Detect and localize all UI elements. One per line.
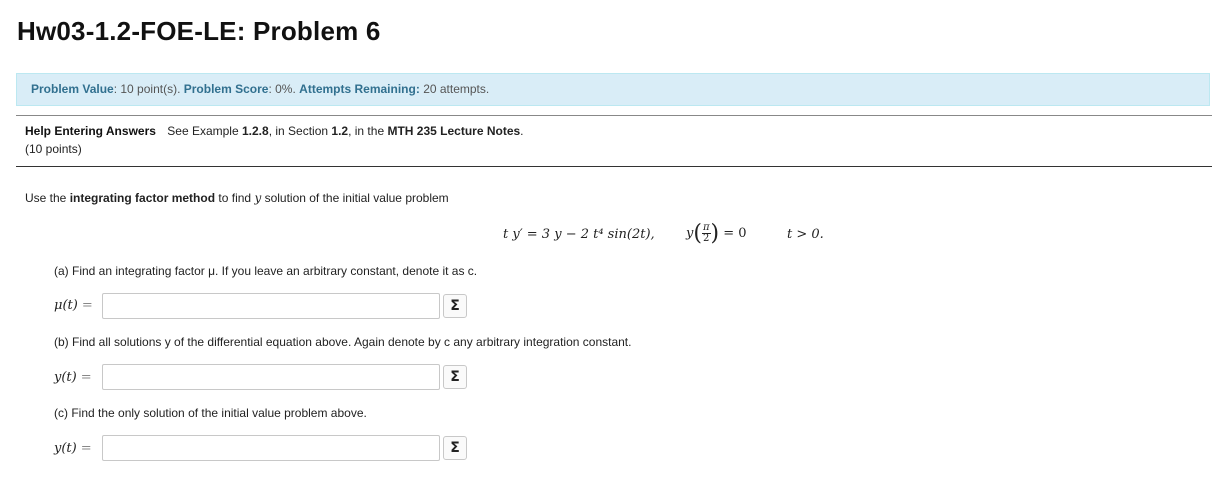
sigma-icon[interactable]: Σ [443, 436, 467, 460]
equation-main: t y′ = 3 y − 2 t⁴ sin(2t), [503, 227, 655, 242]
answer-label-b: y(t) = [54, 370, 92, 385]
answer-label-a: μ(t) = [54, 298, 93, 313]
answer-input-b[interactable] [102, 364, 440, 390]
help-section: 1.2 [331, 124, 349, 138]
help-entering-answers-link[interactable]: Help Entering Answers [25, 124, 156, 138]
answer-input-c[interactable] [102, 435, 440, 461]
problem-score: : 0%. [268, 82, 296, 96]
help-period: . [520, 124, 524, 138]
divider-top [16, 115, 1212, 116]
page-title: Hw03-1.2-FOE-LE: Problem 6 [17, 16, 381, 46]
domain-condition: t > 0. [787, 227, 824, 242]
answer-input-a[interactable] [102, 293, 440, 319]
attempts-remaining: 20 attempts. [423, 82, 490, 96]
intro-mid: to find [218, 191, 252, 205]
differential-equation: t y′ = 3 y − 2 t⁴ sin(2t), [503, 227, 655, 242]
help-in-the: , in the [348, 124, 385, 138]
ic-rhs: = 0 [723, 226, 747, 241]
answer-label-c: y(t) = [54, 441, 92, 456]
problem-status-bar: Problem Value: 10 point(s). Problem Scor… [16, 73, 1210, 106]
sigma-icon[interactable]: Σ [443, 294, 467, 318]
divider-bottom [16, 166, 1212, 167]
ic-denominator: 2 [703, 233, 710, 244]
help-see-text: See Example [167, 124, 239, 138]
question-c: (c) Find the only solution of the initia… [54, 406, 367, 420]
help-line: Help Entering Answers See Example 1.2.8,… [25, 124, 524, 138]
problem-value: : 10 point(s). [113, 82, 181, 96]
problem-value-label: Problem Value [31, 82, 114, 96]
intro-bold: integrating factor method [69, 191, 216, 205]
domain-cond: t > 0. [787, 227, 824, 242]
question-a: (a) Find an integrating factor μ. If you… [54, 264, 478, 278]
question-b: (b) Find all solutions y of the differen… [54, 335, 632, 349]
intro-pre: Use the [25, 191, 67, 205]
sigma-icon[interactable]: Σ [443, 365, 467, 389]
attempts-remaining-label: Attempts Remaining: [299, 82, 420, 96]
problem-score-label: Problem Score [183, 82, 269, 96]
help-example: 1.2.8 [241, 124, 269, 138]
help-in-section: , in Section [268, 124, 329, 138]
intro-post: solution of the initial value problem [264, 191, 449, 205]
problem-intro: Use the integrating factor method to fin… [25, 191, 449, 205]
initial-condition: y(π 2) = 0 [686, 221, 747, 246]
help-notes: MTH 235 Lecture Notes [387, 124, 521, 138]
intro-var: y [254, 191, 262, 205]
points-text: (10 points) [25, 142, 82, 156]
